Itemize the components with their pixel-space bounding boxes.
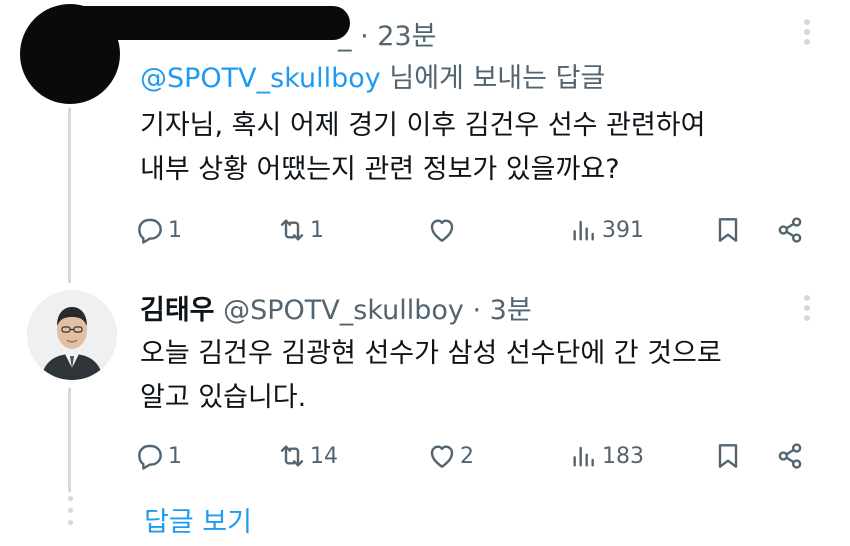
tweet1-share-button[interactable] xyxy=(774,210,806,250)
tweet2-more-icon[interactable] xyxy=(797,292,817,328)
tweet1-actions: 1 1 391 xyxy=(134,210,814,250)
share-icon xyxy=(778,217,802,243)
tweet2-line-2: 알고 있습니다. xyxy=(140,382,307,413)
tweet1-views-button[interactable]: 391 xyxy=(568,210,644,250)
tweet1-like-button[interactable] xyxy=(426,210,460,250)
bookmark-icon xyxy=(718,218,738,242)
bookmark-icon xyxy=(718,444,738,468)
tweet2-meta: 김태우 @SPOTV_skullboy · 3분 xyxy=(140,288,532,327)
tweet2-like-button[interactable]: 2 xyxy=(426,436,474,476)
like-icon xyxy=(430,445,454,468)
retweet-count: 1 xyxy=(310,217,324,243)
views-count: 183 xyxy=(602,443,644,469)
tweet1-time[interactable]: · 23분 xyxy=(360,21,436,52)
reply-icon xyxy=(138,444,162,470)
tweet1-reply-button[interactable]: 1 xyxy=(134,210,182,250)
person-photo-icon xyxy=(27,290,117,380)
tweet2-time[interactable]: · 3분 xyxy=(472,295,531,326)
tweet2-actions: 1 14 2 183 xyxy=(134,436,814,476)
tweet1-retweet-button[interactable]: 1 xyxy=(276,210,324,250)
redacted-username xyxy=(60,6,350,40)
reply-icon xyxy=(138,218,162,244)
tweet2-views-button[interactable]: 183 xyxy=(568,436,644,476)
reply-to-line: @SPOTV_skullboy 님에게 보내는 답글 xyxy=(140,56,605,95)
author-handle[interactable]: @SPOTV_skullboy xyxy=(223,295,464,326)
tweet1-bookmark-button[interactable] xyxy=(712,210,744,250)
thread-line xyxy=(68,108,71,283)
tweet1-more-icon[interactable] xyxy=(797,16,817,52)
reply-to-suffix: 님에게 보내는 답글 xyxy=(389,63,606,94)
tweet2-reply-button[interactable]: 1 xyxy=(134,436,182,476)
tweet1-meta: _ · 23분 xyxy=(338,14,436,53)
author-name[interactable]: 김태우 xyxy=(140,295,215,326)
reply-to-mention[interactable]: @SPOTV_skullboy xyxy=(140,63,381,94)
views-count: 391 xyxy=(602,217,644,243)
tweet2-text: 오늘 김건우 김광현 선수가 삼성 선수단에 간 것으로 알고 있습니다. xyxy=(140,332,722,420)
tweet2-bookmark-button[interactable] xyxy=(712,436,744,476)
reply-count: 1 xyxy=(168,217,182,243)
share-icon xyxy=(778,443,802,469)
reply-count: 1 xyxy=(168,443,182,469)
show-replies-link[interactable]: 답글 보기 xyxy=(144,500,252,539)
tweet2-share-button[interactable] xyxy=(774,436,806,476)
more-replies-dots xyxy=(65,496,75,536)
views-icon xyxy=(573,446,594,467)
tweet1-text: 기자님, 혹시 어제 경기 이후 김건우 선수 관련하여 내부 상황 어땠는지 … xyxy=(140,104,705,192)
reply-thread: _ · 23분 @SPOTV_skullboy 님에게 보내는 답글 기자님, … xyxy=(0,0,850,546)
views-icon xyxy=(573,220,594,241)
retweet-icon xyxy=(280,219,304,241)
like-icon xyxy=(430,219,454,242)
tweet1-name-suffix: _ xyxy=(338,21,352,52)
like-count: 2 xyxy=(460,443,474,469)
retweet-icon xyxy=(280,445,304,467)
tweet2-line-1: 오늘 김건우 김광현 선수가 삼성 선수단에 간 것으로 xyxy=(140,338,722,369)
tweet1-line-2: 내부 상황 어땠는지 관련 정보가 있을까요? xyxy=(140,154,620,185)
author-avatar[interactable] xyxy=(27,290,117,380)
retweet-count: 14 xyxy=(310,443,338,469)
tweet1-line-1: 기자님, 혹시 어제 경기 이후 김건우 선수 관련하여 xyxy=(140,110,706,141)
tweet2-retweet-button[interactable]: 14 xyxy=(276,436,338,476)
thread-line-2 xyxy=(68,388,71,492)
